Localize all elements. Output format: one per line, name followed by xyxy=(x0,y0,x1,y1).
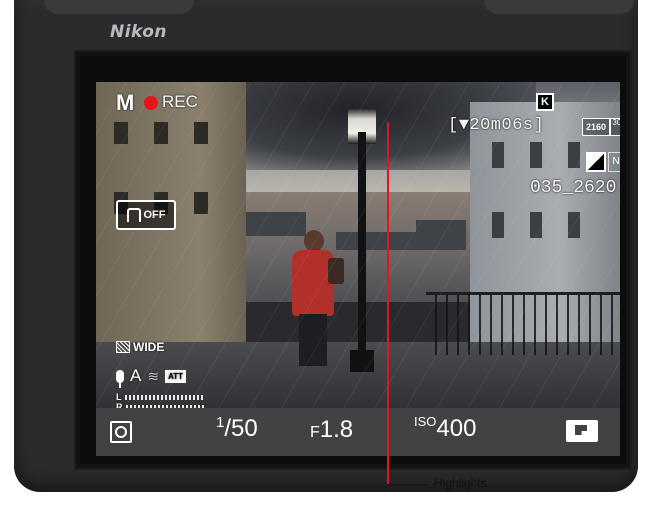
vr-state: OFF xyxy=(143,209,166,221)
attenuator-badge: ATT xyxy=(165,369,187,383)
af-area-indicator: WIDE xyxy=(116,340,164,354)
display-mode-icon xyxy=(566,420,598,442)
aperture: F1.8 xyxy=(310,416,353,444)
shutter-denominator: 50 xyxy=(231,415,258,442)
aperture-prefix: F xyxy=(310,424,320,441)
left-level-meter xyxy=(124,394,203,400)
audio-level-left: L xyxy=(116,392,203,402)
shutter-numerator: 1 xyxy=(216,414,225,431)
metering-icon xyxy=(110,421,132,443)
exposure-compensation-icon xyxy=(586,152,606,172)
live-view-image: M REC K [▼20m06s] 2160 30p N 035_2620 OF… xyxy=(96,82,620,412)
rec-dot-icon xyxy=(144,96,158,110)
rec-indicator: REC xyxy=(162,92,198,111)
frame-size-icon: 2160 xyxy=(582,118,610,136)
highlights-callout-label: Highlights xyxy=(434,476,487,490)
top-left-dial-housing xyxy=(44,0,194,14)
af-area-icon xyxy=(116,341,130,353)
frames-remaining: 035_2620 xyxy=(530,178,617,198)
top-right-dial-housing xyxy=(484,0,634,14)
iso-value: 400 xyxy=(436,415,477,442)
mic-sensitivity: A xyxy=(130,366,142,385)
left-channel-label: L xyxy=(116,392,122,402)
wind-noise-icon: ≋ xyxy=(147,367,160,384)
remaining-record-time: [▼20m06s] xyxy=(448,116,545,135)
highlights-callout-line xyxy=(387,122,389,486)
exposure-info-bar: 1/50 F1.8 ISO400 xyxy=(96,408,620,456)
movie-quality-icon: N xyxy=(608,152,620,172)
highlights-callout-tick xyxy=(387,484,429,486)
lcd-screen: M REC K [▼20m06s] 2160 30p N 035_2620 OF… xyxy=(76,52,630,468)
camera-body: Nikon M REC K [▼20m06s] 2160 30 N 035_26… xyxy=(14,0,638,492)
shutter-speed: 1/50 xyxy=(216,414,258,442)
microphone-icon xyxy=(116,369,124,388)
shooting-mode: M xyxy=(116,90,135,115)
iso-sensitivity: ISO400 xyxy=(414,414,476,443)
aperture-value: 1.8 xyxy=(319,416,354,443)
audio-settings: A ≋ ATT xyxy=(116,366,187,388)
vr-hand-icon xyxy=(126,208,141,222)
frame-rate-icon: 30p xyxy=(610,118,620,136)
k-badge: K xyxy=(536,93,554,111)
iso-label: ISO xyxy=(414,414,437,429)
brand-logo: Nikon xyxy=(110,22,168,42)
af-area-label: WIDE xyxy=(133,340,165,354)
vibration-reduction-badge: OFF xyxy=(116,200,176,230)
